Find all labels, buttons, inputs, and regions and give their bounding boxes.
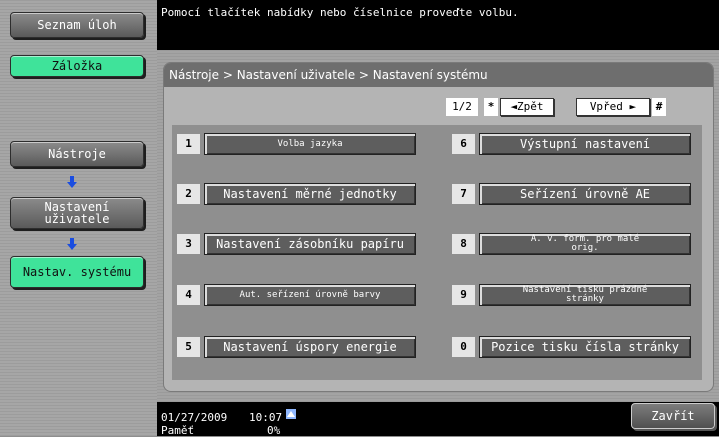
page-number-position-button[interactable]: Pozice tisku čísla stránky	[479, 336, 691, 358]
menu-item-8[interactable]: 8 A. v. form. pro malé orig.	[452, 233, 691, 255]
ae-level-button[interactable]: Seřízení úrovně AE	[479, 183, 691, 205]
menu-item-3[interactable]: 3 Nastavení zásobníku papíru	[177, 233, 416, 255]
hash-key: #	[652, 98, 666, 116]
item-number: 6	[452, 134, 475, 154]
forward-button[interactable]: Vpřed ►	[576, 98, 650, 116]
item-number: 5	[177, 337, 200, 357]
item-number: 2	[177, 184, 200, 204]
item-number: 0	[452, 337, 475, 357]
energy-saving-button[interactable]: Nastavení úspory energie	[204, 336, 416, 358]
unit-settings-button[interactable]: Nastavení měrné jednotky	[204, 183, 416, 205]
menu-item-5[interactable]: 5 Nastavení úspory energie	[177, 336, 416, 358]
job-list-button[interactable]: Seznam úloh	[10, 12, 144, 38]
crumb-system-settings[interactable]: Nastav. systému	[10, 256, 144, 288]
menu-item-2[interactable]: 2 Nastavení měrné jednotky	[177, 183, 416, 205]
item-number: 4	[177, 285, 200, 305]
language-button[interactable]: Volba jazyka	[204, 133, 416, 155]
instruction-text: Pomocí tlačítek nabídky nebo číselnice p…	[161, 6, 519, 19]
down-arrow-icon	[67, 238, 77, 250]
item-number: 3	[177, 234, 200, 254]
color-level-button[interactable]: Aut. seřízení úrovně barvy	[204, 284, 416, 306]
item-number: 8	[452, 234, 475, 254]
left-sidebar: Seznam úloh Záložka Nástroje Nastavení u…	[0, 0, 157, 436]
bookmark-button[interactable]: Záložka	[10, 55, 144, 77]
menu-panel: Nástroje > Nastavení uživatele > Nastave…	[163, 62, 714, 392]
menu-item-1[interactable]: 1 Volba jazyka	[177, 133, 416, 155]
menu-item-7[interactable]: 7 Seřízení úrovně AE	[452, 183, 691, 205]
main-area: Nástroje > Nastavení uživatele > Nastave…	[157, 50, 719, 402]
output-settings-button[interactable]: Výstupní nastavení	[479, 133, 691, 155]
down-arrow-icon	[67, 176, 77, 188]
memory-label: Paměť	[161, 424, 195, 437]
menu-item-0[interactable]: 0 Pozice tisku čísla stránky	[452, 336, 691, 358]
menu-item-6[interactable]: 6 Výstupní nastavení	[452, 133, 691, 155]
item-number: 1	[177, 134, 200, 154]
back-button[interactable]: ◄Zpět	[500, 98, 554, 116]
small-original-button[interactable]: A. v. form. pro malé orig.	[479, 233, 691, 255]
time-text: 10:07	[249, 411, 283, 424]
item-number: 7	[452, 184, 475, 204]
star-key: *	[484, 98, 498, 116]
status-bar: 01/27/2009 10:07 Paměť 0% Zavřít	[157, 402, 719, 437]
crumb-tools[interactable]: Nástroje	[10, 141, 144, 167]
panel-path-title: Nástroje > Nastavení uživatele > Nastave…	[164, 63, 713, 87]
menu-item-9[interactable]: 9 Nastavení tisku prázdné stránky	[452, 284, 691, 306]
memory-value: 0%	[267, 424, 281, 437]
page-indicator: 1/2	[446, 98, 478, 116]
menu-item-4[interactable]: 4 Aut. seřízení úrovně barvy	[177, 284, 416, 306]
message-bar: Pomocí tlačítek nabídky nebo číselnice p…	[157, 0, 719, 50]
paper-tray-button[interactable]: Nastavení zásobníku papíru	[204, 233, 416, 255]
crumb-user-settings[interactable]: Nastavení uživatele	[10, 197, 144, 229]
close-button[interactable]: Zavřít	[631, 403, 715, 429]
blank-page-button[interactable]: Nastavení tisku prázdné stránky	[479, 284, 691, 306]
date-text: 01/27/2009	[161, 411, 228, 424]
network-status-icon	[285, 408, 297, 420]
item-number: 9	[452, 285, 475, 305]
